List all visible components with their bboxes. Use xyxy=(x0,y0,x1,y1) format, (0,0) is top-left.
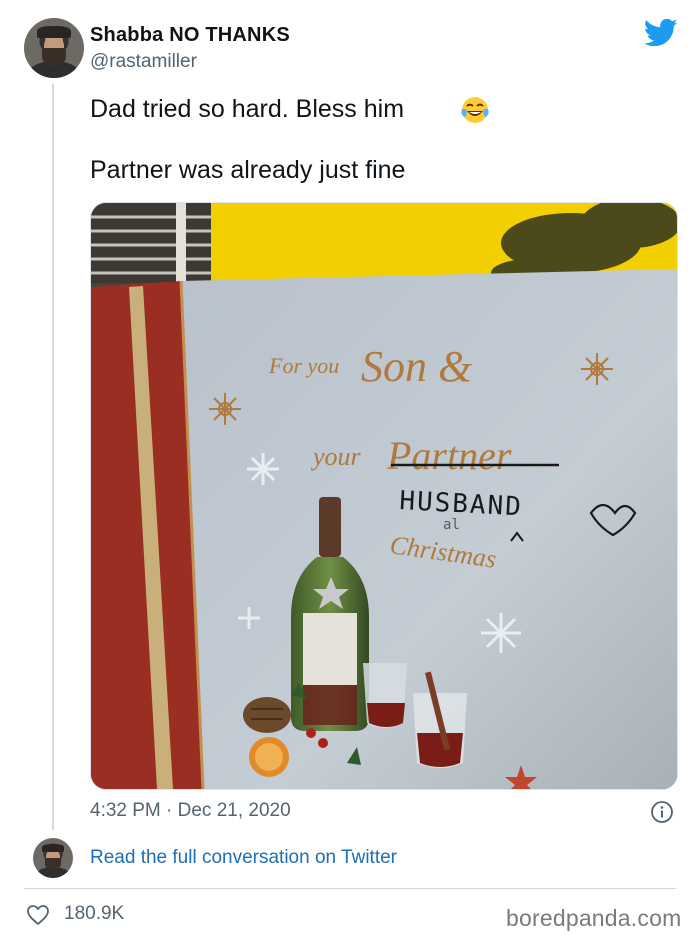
tweet-text-line-1: Dad tried so hard. Bless him xyxy=(90,95,405,123)
thread-line xyxy=(52,84,54,830)
handwritten-al: al xyxy=(443,517,460,533)
tweet-timestamp[interactable]: 4:32 PM · Dec 21, 2020 xyxy=(90,800,291,822)
heart-icon[interactable] xyxy=(26,904,50,926)
card-your: your xyxy=(310,442,362,471)
reply-avatar[interactable] xyxy=(33,838,73,878)
author-display-name[interactable]: Shabba NO THANKS xyxy=(90,24,290,47)
read-full-conversation-link[interactable]: Read the full conversation on Twitter xyxy=(90,847,397,869)
twitter-bird-icon[interactable] xyxy=(644,18,678,48)
like-count: 180.9K xyxy=(64,903,125,924)
card-son-and: Son & xyxy=(361,342,473,391)
footer-divider xyxy=(24,888,676,889)
author-handle[interactable]: @rastamiller xyxy=(90,51,197,73)
card-for-you: For you xyxy=(268,353,339,378)
christmas-card-photo: For you Son & your Partner Christmas HUS… xyxy=(91,203,677,789)
card-partner: Partner xyxy=(386,433,512,478)
tears-of-joy-emoji-icon xyxy=(461,97,489,123)
tweet-text-line-2: Partner was already just fine xyxy=(90,156,406,184)
info-icon[interactable] xyxy=(650,800,674,824)
boredpanda-watermark: boredpanda.com xyxy=(506,905,682,931)
author-avatar[interactable] xyxy=(24,18,84,78)
tweet-photo[interactable]: For you Son & your Partner Christmas HUS… xyxy=(90,202,678,790)
